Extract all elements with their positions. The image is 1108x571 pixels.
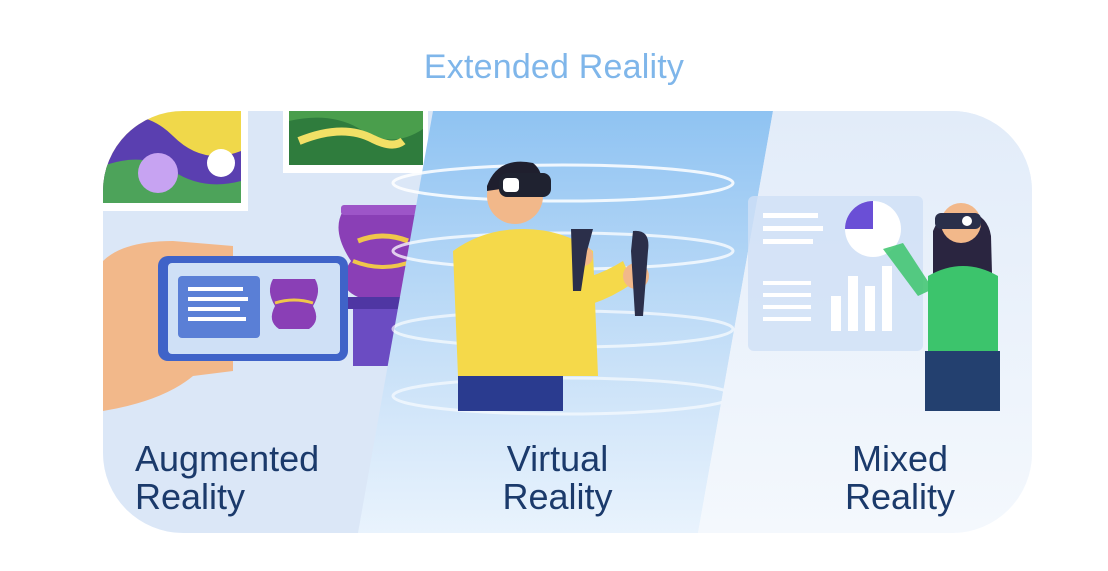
virtual-reality-line1: Virtual (506, 438, 609, 479)
virtual-reality-line2: Reality (502, 476, 613, 517)
xr-illustration: Extended Reality Augmented Reality Virtu… (0, 0, 1108, 571)
mixed-reality-line2: Reality (844, 476, 956, 517)
page-title: Extended Reality (423, 48, 685, 86)
painting-right (283, 111, 428, 173)
mixed-reality-label: Mixed Reality (820, 440, 980, 516)
augmented-reality-line1: Augmented (135, 438, 320, 479)
virtual-reality-label: Virtual Reality (470, 440, 645, 516)
phone-device (158, 256, 348, 361)
painting-left (103, 111, 248, 211)
augmented-reality-label: Augmented Reality (135, 440, 319, 516)
augmented-reality-line2: Reality (135, 476, 246, 517)
mixed-reality-line1: Mixed (851, 438, 949, 479)
